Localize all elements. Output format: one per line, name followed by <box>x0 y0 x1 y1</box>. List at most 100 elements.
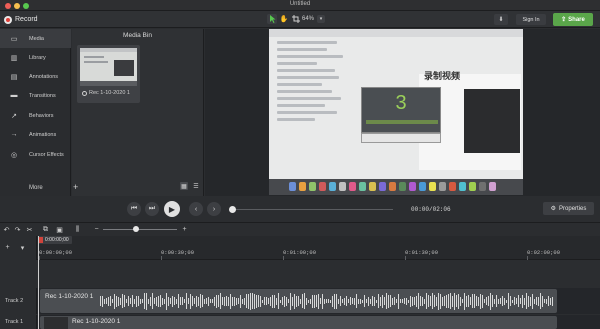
track-options-button[interactable]: ▾ <box>18 243 27 252</box>
behaviors-icon: ↗ <box>11 112 17 120</box>
waveform-bar <box>116 295 117 307</box>
waveform-bar <box>228 296 229 306</box>
list-view-icon[interactable]: ☰ <box>192 182 200 190</box>
waveform-bar <box>468 295 469 307</box>
plus-icon: + <box>5 244 10 251</box>
video-clip[interactable]: Rec 1-10-2020 1 <box>40 316 557 329</box>
waveform-bar <box>148 298 149 304</box>
track-2-header[interactable]: Track 2 <box>0 288 37 314</box>
copy-button[interactable]: ⧉ <box>41 225 50 234</box>
hand-tool[interactable]: ✋ <box>279 14 289 24</box>
waveform-bar <box>166 292 167 310</box>
waveform-bar <box>410 295 411 307</box>
grid-view-icon[interactable]: ▦ <box>180 182 188 190</box>
playback-scrubber-track[interactable] <box>233 209 393 210</box>
track-name: Track 1 <box>5 319 24 325</box>
waveform-bar <box>168 296 169 306</box>
add-media-button[interactable]: + <box>73 182 78 192</box>
clip-name: Rec 1-10-2020 1 <box>72 318 121 325</box>
sidebar-item-animations[interactable]: → Animations <box>0 125 71 144</box>
waveform-bar <box>120 297 121 305</box>
properties-button[interactable]: ⚙ Properties <box>543 202 594 215</box>
zoom-in-button[interactable]: + <box>180 225 189 234</box>
sidebar-item-transitions[interactable]: ▬ Transitions <box>0 86 71 105</box>
sidebar-item-annotations[interactable]: ▤ Annotations <box>0 67 71 86</box>
waveform-bar <box>158 295 159 307</box>
waveform-bar <box>278 293 279 309</box>
waveform-bar <box>100 296 101 306</box>
redo-button[interactable]: ↷ <box>13 225 22 234</box>
waveform-bar <box>204 298 205 304</box>
audio-clip[interactable]: Rec 1-10-2020 1 <box>40 289 557 313</box>
waveform-bar <box>184 299 185 303</box>
waveform-bar <box>490 292 491 310</box>
waveform-bar <box>478 296 479 306</box>
crop-tool[interactable] <box>291 14 301 24</box>
title-bar: Untitled <box>0 0 600 11</box>
waveform-bar <box>138 296 139 306</box>
waveform-bar <box>360 298 361 304</box>
waveform-bar <box>140 298 141 304</box>
step-back-button[interactable]: ⏮ <box>127 202 141 216</box>
previous-button[interactable]: ‹ <box>189 202 203 216</box>
step-forward-button[interactable]: ⏭ <box>145 202 159 216</box>
timeline-zoom-handle[interactable] <box>133 226 139 232</box>
next-button[interactable]: › <box>207 202 221 216</box>
pointer-tool[interactable] <box>267 14 277 24</box>
waveform-bar <box>454 292 455 310</box>
waveform-bar <box>438 292 439 310</box>
waveform-bar <box>348 299 349 303</box>
waveform-bar <box>362 299 363 303</box>
canvas-preview[interactable]: 录制视频 3 <box>269 29 523 195</box>
waveform-bar <box>298 296 299 306</box>
sidebar-item-cursor-effects[interactable]: ◎ Cursor Effects <box>0 145 71 164</box>
playhead-marker[interactable]: 0:00:00;00 <box>38 236 72 244</box>
more-button[interactable]: More <box>29 185 43 191</box>
waveform-bar <box>462 299 463 303</box>
playback-scrubber-handle[interactable] <box>229 206 236 213</box>
share-button[interactable]: ⇪ Share <box>553 13 593 26</box>
ruler-label: 0:01:00;00 <box>283 249 317 256</box>
waveform-bar <box>340 296 341 306</box>
waveform-bar <box>502 296 503 306</box>
waveform-bar <box>176 298 177 304</box>
track-2-lane: Rec 1-10-2020 1 <box>37 288 600 314</box>
waveform-bar <box>380 296 381 306</box>
waveform-bar <box>248 293 249 309</box>
waveform-bar <box>224 296 225 306</box>
download-button[interactable]: ⬇ <box>494 14 508 25</box>
waveform-bar <box>194 298 195 304</box>
timeline-ruler[interactable]: 0:00:00;00 0:00:00;00 0:00:30;00 0:01:00… <box>37 236 600 260</box>
zoom-out-button[interactable]: − <box>92 225 101 234</box>
record-label: Record <box>15 16 38 23</box>
cut-button[interactable]: ✂ <box>25 225 34 234</box>
waveform-bar <box>456 295 457 307</box>
sign-in-button[interactable]: Sign In <box>516 14 546 25</box>
split-icon: ⫼ <box>75 225 80 233</box>
play-button[interactable]: ▶ <box>164 201 180 217</box>
sidebar-item-library[interactable]: ▥ Library <box>0 48 71 67</box>
add-track-button[interactable]: + <box>3 243 12 252</box>
download-icon: ⬇ <box>498 17 504 23</box>
timeline-zoom-slider[interactable] <box>103 229 177 230</box>
waveform-bar <box>154 298 155 304</box>
split-button[interactable]: ⫼ <box>73 225 82 234</box>
countdown-bar <box>366 120 438 124</box>
waveform-bar <box>156 296 157 306</box>
video-clip-thumbnail <box>44 317 68 329</box>
track-1-header[interactable]: Track 1 <box>0 315 37 329</box>
canvas-area: 录制视频 3 <box>205 29 600 196</box>
zoom-select[interactable]: 64% ▾ <box>302 14 334 24</box>
undo-button[interactable]: ↶ <box>2 225 11 234</box>
sidebar-item-label: Annotations <box>29 73 59 80</box>
playhead-line <box>38 236 39 329</box>
sidebar-item-label: Animations <box>29 131 57 138</box>
paste-button[interactable]: ▣ <box>55 225 64 234</box>
sidebar-item-media[interactable]: ▭ Media <box>0 29 71 48</box>
media-clip[interactable]: Rec 1-10-2020 1 <box>77 45 140 103</box>
waveform-bar <box>102 295 103 307</box>
sidebar-item-behaviors[interactable]: ↗ Behaviors <box>0 106 71 125</box>
record-button[interactable]: Record <box>4 13 38 26</box>
timeline-ruler-header: + ▾ <box>0 236 37 260</box>
waveform-bar <box>114 293 115 309</box>
